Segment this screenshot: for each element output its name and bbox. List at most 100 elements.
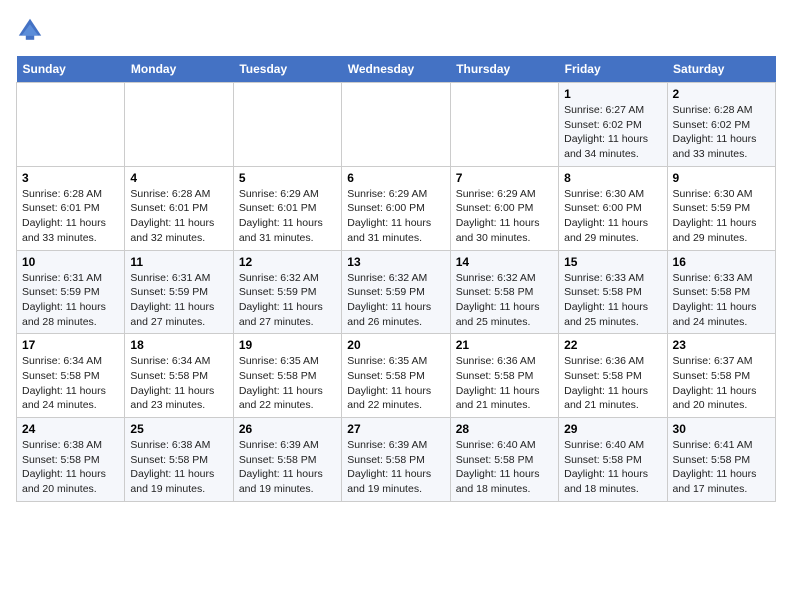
day-header-thursday: Thursday [450, 56, 558, 83]
day-info: Sunrise: 6:31 AMSunset: 5:59 PMDaylight:… [22, 271, 119, 330]
day-cell: 20 Sunrise: 6:35 AMSunset: 5:58 PMDayligh… [342, 334, 450, 418]
day-info: Sunrise: 6:33 AMSunset: 5:58 PMDaylight:… [673, 271, 770, 330]
day-number: 25 [130, 422, 227, 436]
day-info: Sunrise: 6:32 AMSunset: 5:59 PMDaylight:… [347, 271, 444, 330]
day-info: Sunrise: 6:36 AMSunset: 5:58 PMDaylight:… [456, 354, 553, 413]
day-cell: 15Sunrise: 6:33 AMSunset: 5:58 PMDayligh… [559, 250, 667, 334]
day-cell: 27 Sunrise: 6:39 AMSunset: 5:58 PMDayligh… [342, 418, 450, 502]
day-number: 24 [22, 422, 119, 436]
week-row-5: 24 Sunrise: 6:38 AMSunset: 5:58 PMDayligh… [17, 418, 776, 502]
header-row: SundayMondayTuesdayWednesdayThursdayFrid… [17, 56, 776, 83]
day-cell: 16 Sunrise: 6:33 AMSunset: 5:58 PMDayligh… [667, 250, 775, 334]
day-info: Sunrise: 6:27 AMSunset: 6:02 PMDaylight:… [564, 103, 661, 162]
day-cell: 17 Sunrise: 6:34 AMSunset: 5:58 PMDayligh… [17, 334, 125, 418]
day-info: Sunrise: 6:34 AMSunset: 5:58 PMDaylight:… [130, 354, 227, 413]
day-number: 16 [673, 255, 770, 269]
day-cell: 26Sunrise: 6:39 AMSunset: 5:58 PMDayligh… [233, 418, 341, 502]
day-number: 26 [239, 422, 336, 436]
day-info: Sunrise: 6:32 AMSunset: 5:58 PMDaylight:… [456, 271, 553, 330]
day-cell [233, 83, 341, 167]
day-info: Sunrise: 6:33 AMSunset: 5:58 PMDaylight:… [564, 271, 661, 330]
day-cell: 14 Sunrise: 6:32 AMSunset: 5:58 PMDayligh… [450, 250, 558, 334]
day-cell: 11 Sunrise: 6:31 AMSunset: 5:59 PMDayligh… [125, 250, 233, 334]
day-number: 30 [673, 422, 770, 436]
day-number: 3 [22, 171, 119, 185]
day-number: 8 [564, 171, 661, 185]
day-header-friday: Friday [559, 56, 667, 83]
day-number: 9 [673, 171, 770, 185]
day-info: Sunrise: 6:28 AMSunset: 6:02 PMDaylight:… [673, 103, 770, 162]
day-number: 20 [347, 338, 444, 352]
day-number: 13 [347, 255, 444, 269]
week-row-4: 17 Sunrise: 6:34 AMSunset: 5:58 PMDayligh… [17, 334, 776, 418]
day-info: Sunrise: 6:35 AMSunset: 5:58 PMDaylight:… [239, 354, 336, 413]
day-number: 11 [130, 255, 227, 269]
day-number: 17 [22, 338, 119, 352]
day-cell: 6 Sunrise: 6:29 AMSunset: 6:00 PMDaylight… [342, 166, 450, 250]
day-info: Sunrise: 6:31 AMSunset: 5:59 PMDaylight:… [130, 271, 227, 330]
day-cell [17, 83, 125, 167]
day-cell [125, 83, 233, 167]
day-info: Sunrise: 6:36 AMSunset: 5:58 PMDaylight:… [564, 354, 661, 413]
day-cell: 5Sunrise: 6:29 AMSunset: 6:01 PMDaylight… [233, 166, 341, 250]
week-row-1: 1 Sunrise: 6:27 AMSunset: 6:02 PMDaylight… [17, 83, 776, 167]
day-header-monday: Monday [125, 56, 233, 83]
day-number: 1 [564, 87, 661, 101]
day-info: Sunrise: 6:41 AMSunset: 5:58 PMDaylight:… [673, 438, 770, 497]
day-info: Sunrise: 6:30 AMSunset: 6:00 PMDaylight:… [564, 187, 661, 246]
day-cell [342, 83, 450, 167]
day-number: 7 [456, 171, 553, 185]
day-number: 22 [564, 338, 661, 352]
day-info: Sunrise: 6:32 AMSunset: 5:59 PMDaylight:… [239, 271, 336, 330]
day-number: 19 [239, 338, 336, 352]
day-header-tuesday: Tuesday [233, 56, 341, 83]
day-header-wednesday: Wednesday [342, 56, 450, 83]
day-info: Sunrise: 6:38 AMSunset: 5:58 PMDaylight:… [130, 438, 227, 497]
day-cell: 1 Sunrise: 6:27 AMSunset: 6:02 PMDaylight… [559, 83, 667, 167]
day-header-saturday: Saturday [667, 56, 775, 83]
day-cell: 28 Sunrise: 6:40 AMSunset: 5:58 PMDayligh… [450, 418, 558, 502]
day-cell: 10 Sunrise: 6:31 AMSunset: 5:59 PMDayligh… [17, 250, 125, 334]
day-info: Sunrise: 6:40 AMSunset: 5:58 PMDaylight:… [456, 438, 553, 497]
week-row-3: 10 Sunrise: 6:31 AMSunset: 5:59 PMDayligh… [17, 250, 776, 334]
day-cell: 7 Sunrise: 6:29 AMSunset: 6:00 PMDaylight… [450, 166, 558, 250]
day-cell: 24 Sunrise: 6:38 AMSunset: 5:58 PMDayligh… [17, 418, 125, 502]
day-info: Sunrise: 6:35 AMSunset: 5:58 PMDaylight:… [347, 354, 444, 413]
day-info: Sunrise: 6:34 AMSunset: 5:58 PMDaylight:… [22, 354, 119, 413]
day-cell: 21 Sunrise: 6:36 AMSunset: 5:58 PMDayligh… [450, 334, 558, 418]
day-cell: 18Sunrise: 6:34 AMSunset: 5:58 PMDayligh… [125, 334, 233, 418]
day-number: 23 [673, 338, 770, 352]
calendar-table: SundayMondayTuesdayWednesdayThursdayFrid… [16, 56, 776, 502]
day-cell: 12 Sunrise: 6:32 AMSunset: 5:59 PMDayligh… [233, 250, 341, 334]
day-info: Sunrise: 6:30 AMSunset: 5:59 PMDaylight:… [673, 187, 770, 246]
day-number: 21 [456, 338, 553, 352]
day-cell: 9 Sunrise: 6:30 AMSunset: 5:59 PMDaylight… [667, 166, 775, 250]
day-number: 4 [130, 171, 227, 185]
day-cell: 30 Sunrise: 6:41 AMSunset: 5:58 PMDayligh… [667, 418, 775, 502]
day-info: Sunrise: 6:38 AMSunset: 5:58 PMDaylight:… [22, 438, 119, 497]
day-number: 2 [673, 87, 770, 101]
day-header-sunday: Sunday [17, 56, 125, 83]
day-number: 28 [456, 422, 553, 436]
day-info: Sunrise: 6:29 AMSunset: 6:00 PMDaylight:… [456, 187, 553, 246]
day-number: 29 [564, 422, 661, 436]
day-cell: 8 Sunrise: 6:30 AMSunset: 6:00 PMDaylight… [559, 166, 667, 250]
logo-icon [16, 16, 44, 44]
day-number: 6 [347, 171, 444, 185]
day-number: 14 [456, 255, 553, 269]
day-number: 10 [22, 255, 119, 269]
week-row-2: 3 Sunrise: 6:28 AMSunset: 6:01 PMDaylight… [17, 166, 776, 250]
day-cell: 29Sunrise: 6:40 AMSunset: 5:58 PMDayligh… [559, 418, 667, 502]
day-info: Sunrise: 6:28 AMSunset: 6:01 PMDaylight:… [22, 187, 119, 246]
day-cell [450, 83, 558, 167]
day-cell: 2 Sunrise: 6:28 AMSunset: 6:02 PMDaylight… [667, 83, 775, 167]
day-cell: 25 Sunrise: 6:38 AMSunset: 5:58 PMDayligh… [125, 418, 233, 502]
day-info: Sunrise: 6:39 AMSunset: 5:58 PMDaylight:… [347, 438, 444, 497]
day-number: 12 [239, 255, 336, 269]
day-number: 27 [347, 422, 444, 436]
day-cell: 4 Sunrise: 6:28 AMSunset: 6:01 PMDaylight… [125, 166, 233, 250]
day-cell: 19 Sunrise: 6:35 AMSunset: 5:58 PMDayligh… [233, 334, 341, 418]
day-info: Sunrise: 6:28 AMSunset: 6:01 PMDaylight:… [130, 187, 227, 246]
header [16, 16, 776, 44]
day-info: Sunrise: 6:29 AMSunset: 6:00 PMDaylight:… [347, 187, 444, 246]
